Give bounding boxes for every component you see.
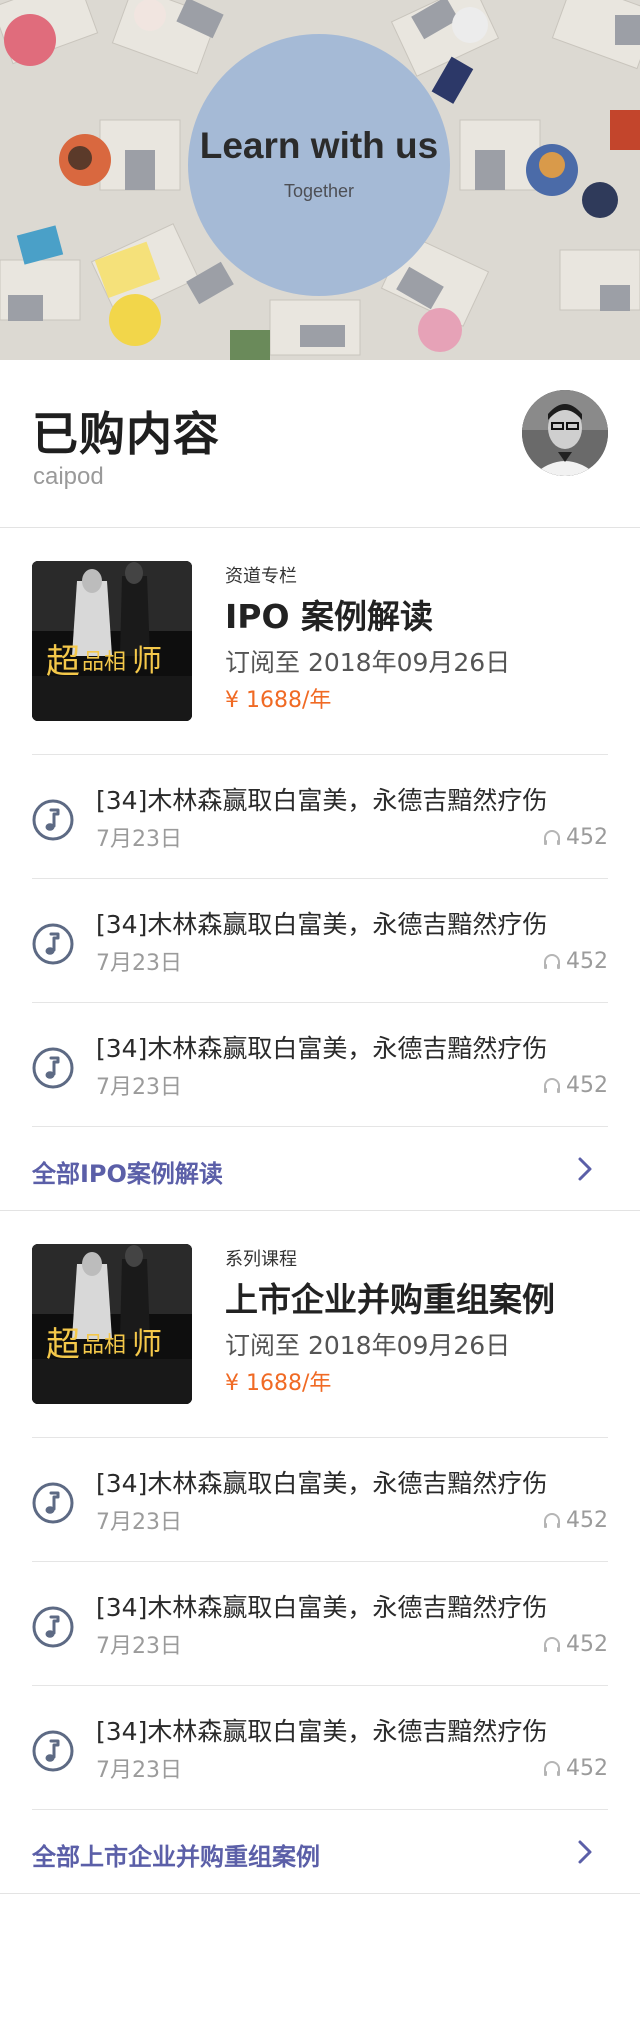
episode-title[interactable]: [34]木林森赢取白富美，永德吉黯然疗伤 [96,1588,608,1624]
episode-plays: 452 [542,949,608,974]
episode-title[interactable]: [34]木林森赢取白富美，永德吉黯然疗伤 [96,905,608,941]
svg-text:品相: 品相 [82,650,126,675]
headphones-icon [544,1077,560,1093]
view-all-label[interactable]: 全部IPO案例解读 [32,1154,223,1189]
episode-title[interactable]: [34]木林森赢取白富美，永德吉黯然疗伤 [96,781,608,817]
music-note-icon [32,923,74,965]
course-section: 超 品相 师 系列课程 上市企业并购重组案例 订阅至 2018年09月26日 ¥… [0,1211,640,1894]
course-tag: 资道专栏 [225,566,297,587]
headphones-icon [544,1636,560,1652]
cover-image: 超 品相 师 [32,561,192,721]
music-note-icon [32,1482,74,1524]
svg-text:品相: 品相 [82,1333,126,1358]
course-title[interactable]: 上市企业并购重组案例 [225,1273,555,1321]
cover-image: 超 品相 师 [32,1244,192,1404]
hero-subtitle: Together [283,180,355,201]
episode-date: 7月23日 [96,951,182,976]
svg-text:师: 师 [132,1327,162,1362]
episode-date: 7月23日 [96,1075,182,1100]
play-count: 452 [566,825,608,850]
course-price: ¥ 1688/年 [225,688,332,713]
headphones-icon [544,953,560,969]
course-card[interactable]: 超 品相 师 系列课程 上市企业并购重组案例 订阅至 2018年09月26日 ¥… [32,1211,608,1438]
episode-plays: 452 [542,1632,608,1657]
episode-item[interactable]: [34]木林森赢取白富美，永德吉黯然疗伤 7月23日 452 [32,1003,608,1127]
course-cover[interactable]: 超 品相 师 [32,561,192,721]
headphones-icon [544,1760,560,1776]
episode-title[interactable]: [34]木林森赢取白富美，永德吉黯然疗伤 [96,1029,608,1065]
episode-plays: 452 [542,1073,608,1098]
subscription-date: 订阅至 2018年09月26日 [225,648,511,677]
page-title: 已购内容 [32,407,220,461]
hero-circle: Learn with us Together [188,34,450,296]
hero-title: Learn with us [199,124,439,166]
svg-text:超: 超 [46,1325,80,1365]
hero-banner: Learn with us Together [0,0,640,360]
music-note-icon [32,1730,74,1772]
subscription-date: 订阅至 2018年09月26日 [225,1331,511,1360]
episode-plays: 452 [542,1508,608,1533]
episode-item[interactable]: [34]木林森赢取白富美，永德吉黯然疗伤 7月23日 452 [32,1438,608,1562]
headphones-icon [544,1512,560,1528]
svg-text:师: 师 [132,644,162,679]
episode-item[interactable]: [34]木林森赢取白富美，永德吉黯然疗伤 7月23日 452 [32,879,608,1003]
view-all-link[interactable]: 全部IPO案例解读 [32,1127,608,1210]
episode-date: 7月23日 [96,1758,182,1783]
username: caipod [33,463,104,490]
episode-item[interactable]: [34]木林森赢取白富美，永德吉黯然疗伤 7月23日 452 [32,1686,608,1810]
headphones-icon [544,829,560,845]
episode-item[interactable]: [34]木林森赢取白富美，永德吉黯然疗伤 7月23日 452 [32,1562,608,1686]
play-count: 452 [566,1632,608,1657]
episode-title[interactable]: [34]木林森赢取白富美，永德吉黯然疗伤 [96,1464,608,1500]
svg-text:超: 超 [46,642,80,682]
course-title[interactable]: IPO 案例解读 [225,590,433,638]
avatar[interactable] [522,390,608,476]
course-cover[interactable]: 超 品相 师 [32,1244,192,1404]
course-tag: 系列课程 [225,1249,297,1270]
course-section: 超 品相 师 资道专栏 IPO 案例解读 订阅至 2018年09月26日 ¥ 1… [0,528,640,1211]
music-note-icon [32,1047,74,1089]
episode-date: 7月23日 [96,827,182,852]
course-price: ¥ 1688/年 [225,1371,332,1396]
episode-item[interactable]: [34]木林森赢取白富美，永德吉黯然疗伤 7月23日 452 [32,755,608,879]
play-count: 452 [566,1756,608,1781]
music-note-icon [32,799,74,841]
profile-header: 已购内容 caipod [0,360,640,528]
episode-date: 7月23日 [96,1634,182,1659]
music-note-icon [32,1606,74,1648]
episode-date: 7月23日 [96,1510,182,1535]
episode-title[interactable]: [34]木林森赢取白富美，永德吉黯然疗伤 [96,1712,608,1748]
play-count: 452 [566,949,608,974]
chevron-right-icon[interactable] [576,1838,594,1866]
chevron-right-icon[interactable] [576,1155,594,1183]
course-card[interactable]: 超 品相 师 资道专栏 IPO 案例解读 订阅至 2018年09月26日 ¥ 1… [32,528,608,755]
view-all-link[interactable]: 全部上市企业并购重组案例 [32,1810,608,1893]
episode-plays: 452 [542,1756,608,1781]
play-count: 452 [566,1073,608,1098]
play-count: 452 [566,1508,608,1533]
view-all-label[interactable]: 全部上市企业并购重组案例 [32,1837,320,1872]
avatar-image [522,390,608,476]
episode-plays: 452 [542,825,608,850]
